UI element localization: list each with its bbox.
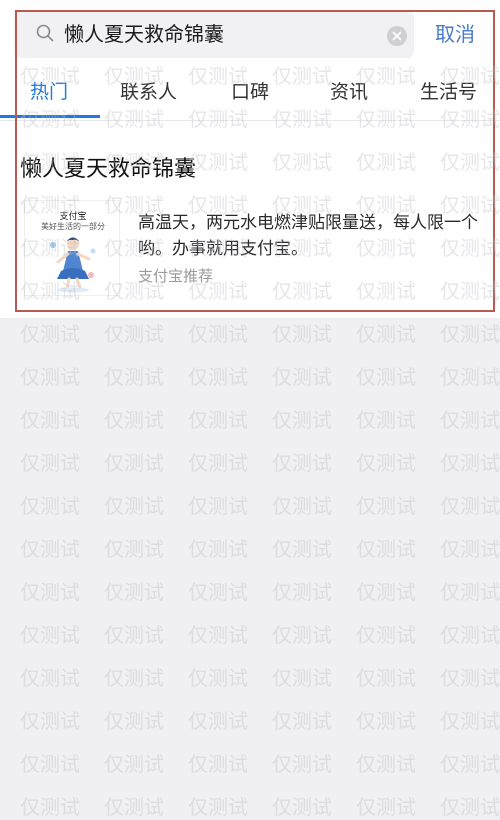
watermark-text: 仅测试 — [20, 709, 80, 733]
result-thumbnail[interactable]: 支付宝 美好生活的一部分 — [24, 200, 120, 296]
watermark-text: 仅测试 — [356, 580, 416, 604]
tab-active-indicator — [0, 115, 100, 118]
watermark-text: 仅测试 — [188, 623, 248, 647]
tab-koubei[interactable]: 口碑 — [231, 80, 269, 104]
watermark-text: 仅测试 — [188, 494, 248, 518]
watermark-text: 仅测试 — [440, 666, 500, 690]
watermark-text: 仅测试 — [272, 451, 332, 475]
watermark-text: 仅测试 — [104, 666, 164, 690]
watermark-text: 仅测试 — [272, 795, 332, 819]
watermark-text: 仅测试 — [356, 666, 416, 690]
watermark-text: 仅测试 — [20, 537, 80, 561]
watermark-text: 仅测试 — [440, 709, 500, 733]
watermark-text: 仅测试 — [188, 666, 248, 690]
search-input[interactable]: 懒人夏天救命锦囊 — [64, 21, 224, 47]
watermark-text: 仅测试 — [20, 795, 80, 819]
watermark-text: 仅测试 — [104, 752, 164, 776]
watermark-text: 仅测试 — [272, 580, 332, 604]
watermark-text: 仅测试 — [356, 365, 416, 389]
watermark-text: 仅测试 — [188, 580, 248, 604]
watermark-text: 仅测试 — [356, 623, 416, 647]
watermark-text: 仅测试 — [104, 494, 164, 518]
watermark-text: 仅测试 — [188, 709, 248, 733]
watermark-text: 仅测试 — [356, 322, 416, 346]
watermark-text: 仅测试 — [20, 365, 80, 389]
watermark-text: 仅测试 — [356, 752, 416, 776]
thumbnail-slogan: 美好生活的一部分 — [41, 222, 105, 231]
watermark-text: 仅测试 — [188, 322, 248, 346]
watermark-text: 仅测试 — [104, 322, 164, 346]
result-source: 支付宝推荐 — [138, 267, 214, 285]
watermark-text: 仅测试 — [356, 451, 416, 475]
watermark-text: 仅测试 — [440, 322, 500, 346]
watermark-text: 仅测试 — [188, 408, 248, 432]
watermark-text: 仅测试 — [440, 494, 500, 518]
watermark-text: 仅测试 — [20, 322, 80, 346]
watermark-text: 仅测试 — [104, 451, 164, 475]
watermark-text: 仅测试 — [272, 666, 332, 690]
result-title[interactable]: 懒人夏天救命锦囊 — [20, 156, 196, 184]
watermark-text: 仅测试 — [20, 494, 80, 518]
watermark-text: 仅测试 — [356, 537, 416, 561]
watermark-text: 仅测试 — [104, 408, 164, 432]
watermark-text: 仅测试 — [356, 408, 416, 432]
watermark-text: 仅测试 — [272, 365, 332, 389]
watermark-text: 仅测试 — [356, 494, 416, 518]
watermark-text: 仅测试 — [356, 709, 416, 733]
cancel-button[interactable]: 取消 — [435, 21, 475, 47]
tab-hot[interactable]: 热门 — [30, 80, 68, 104]
watermark-text: 仅测试 — [188, 365, 248, 389]
watermark-text: 仅测试 — [20, 752, 80, 776]
watermark-text: 仅测试 — [440, 408, 500, 432]
watermark-text: 仅测试 — [440, 580, 500, 604]
search-icon — [36, 24, 54, 42]
watermark-text: 仅测试 — [272, 623, 332, 647]
watermark-text: 仅测试 — [104, 537, 164, 561]
watermark-text: 仅测试 — [20, 580, 80, 604]
watermark-text: 仅测试 — [440, 752, 500, 776]
watermark-text: 仅测试 — [104, 795, 164, 819]
watermark-text: 仅测试 — [20, 451, 80, 475]
watermark-text: 仅测试 — [188, 752, 248, 776]
watermark-text: 仅测试 — [20, 408, 80, 432]
watermark-text: 仅测试 — [440, 795, 500, 819]
watermark-text: 仅测试 — [188, 795, 248, 819]
watermark-text: 仅测试 — [440, 451, 500, 475]
tab-news[interactable]: 资讯 — [330, 80, 368, 104]
tab-life-account[interactable]: 生活号 — [420, 80, 477, 104]
watermark-text: 仅测试 — [440, 623, 500, 647]
watermark-text: 仅测试 — [272, 752, 332, 776]
watermark-text: 仅测试 — [104, 580, 164, 604]
clear-icon[interactable] — [387, 26, 407, 46]
search-results-panel: 懒人夏天救命锦囊 取消 热门 联系人 口碑 资讯 生活号 懒人夏天救命锦囊 支付… — [0, 0, 500, 318]
watermark-text: 仅测试 — [272, 408, 332, 432]
watermark-text: 仅测试 — [188, 451, 248, 475]
watermark-text: 仅测试 — [104, 709, 164, 733]
watermark-text: 仅测试 — [20, 623, 80, 647]
tab-bar: 热门 联系人 口碑 资讯 生活号 — [0, 66, 500, 121]
watermark-text: 仅测试 — [356, 795, 416, 819]
girl-illustration-icon — [50, 237, 96, 293]
watermark-text: 仅测试 — [272, 537, 332, 561]
watermark-text: 仅测试 — [104, 365, 164, 389]
watermark-text: 仅测试 — [104, 623, 164, 647]
watermark-text: 仅测试 — [272, 322, 332, 346]
watermark-text: 仅测试 — [440, 537, 500, 561]
tab-contacts[interactable]: 联系人 — [120, 80, 177, 104]
watermark-text: 仅测试 — [272, 494, 332, 518]
watermark-text: 仅测试 — [272, 709, 332, 733]
result-description: 高温天，两元水电燃津贴限量送，每人限一个哟。办事就用支付宝。 — [138, 213, 478, 259]
watermark-text: 仅测试 — [440, 365, 500, 389]
watermark-text: 仅测试 — [20, 666, 80, 690]
watermark-text: 仅测试 — [188, 537, 248, 561]
